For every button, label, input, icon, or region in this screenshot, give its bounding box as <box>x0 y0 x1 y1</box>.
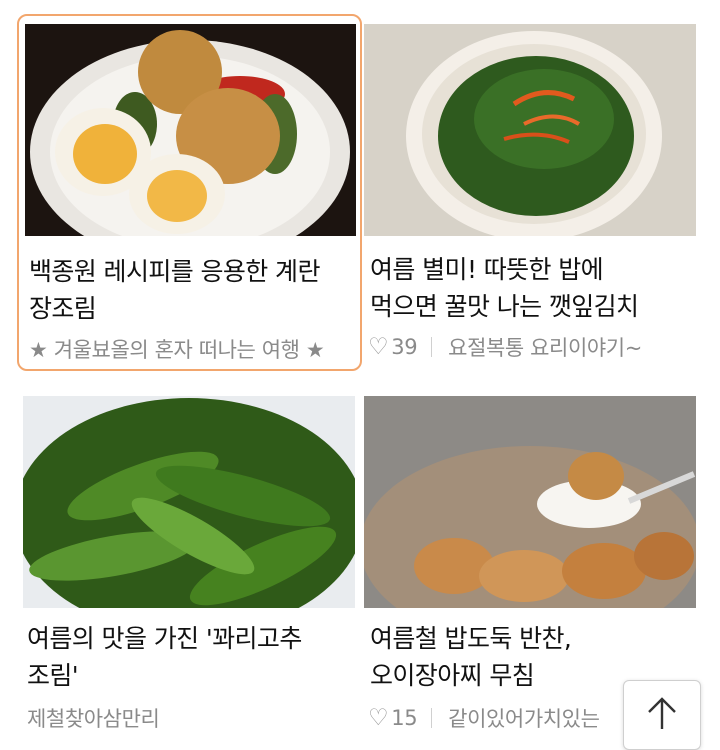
recipe-thumbnail[interactable] <box>25 24 356 236</box>
meta-divider <box>431 708 433 728</box>
recipe-card-braised-eggs[interactable]: 백종원 레시피를 응용한 계란 장조림 ★ 겨울뵤올의 혼자 떠나는 여행 ★ <box>17 14 362 371</box>
recipe-card-perilla-kimchi[interactable]: 여름 별미! 따뜻한 밥에 먹으면 꿀맛 나는 깻잎김치 ♡ 39 요절복통 요… <box>364 14 709 371</box>
author-name[interactable]: 같이있어가치있는 <box>448 703 600 733</box>
heart-outline-icon[interactable]: ♡ <box>368 705 389 731</box>
recipe-thumbnail[interactable] <box>23 396 355 608</box>
author-name[interactable]: ★ 겨울뵤올의 혼자 떠나는 여행 ★ <box>29 334 325 364</box>
author-name[interactable]: 요절복통 요리이야기~ <box>448 332 642 362</box>
like-count: 15 <box>391 706 418 730</box>
scroll-top-button[interactable] <box>623 680 701 750</box>
recipe-title[interactable]: 백종원 레시피를 응용한 계란 장조림 <box>29 253 347 327</box>
shishito-pepper-photo <box>23 396 355 608</box>
perilla-kimchi-photo <box>364 24 696 236</box>
heart-outline-icon[interactable]: ♡ <box>368 334 389 360</box>
recipe-meta: 제철찾아삼만리 <box>27 703 357 733</box>
recipe-meta: ♡ 15 같이있어가치있는 <box>368 703 630 733</box>
recipe-title[interactable]: 여름의 맛을 가진 '꽈리고추 조림' <box>27 620 345 694</box>
cucumber-pickle-photo <box>364 396 696 608</box>
recipe-card-shishito-peppers[interactable]: 여름의 맛을 가진 '꽈리고추 조림' 제철찾아삼만리 <box>17 390 362 738</box>
recipe-thumbnail[interactable] <box>364 24 696 236</box>
braised-egg-photo <box>25 24 356 236</box>
recipe-title[interactable]: 여름 별미! 따뜻한 밥에 먹으면 꿀맛 나는 깻잎김치 <box>370 251 670 325</box>
arrow-up-icon <box>648 697 676 729</box>
author-name[interactable]: 제철찾아삼만리 <box>27 703 160 733</box>
recipe-thumbnail[interactable] <box>364 396 696 608</box>
meta-divider <box>431 337 433 357</box>
recipe-meta: ♡ 39 요절복통 요리이야기~ <box>368 332 704 362</box>
recipe-meta: ★ 겨울뵤올의 혼자 떠나는 여행 ★ <box>29 334 359 364</box>
like-count: 39 <box>391 335 418 359</box>
